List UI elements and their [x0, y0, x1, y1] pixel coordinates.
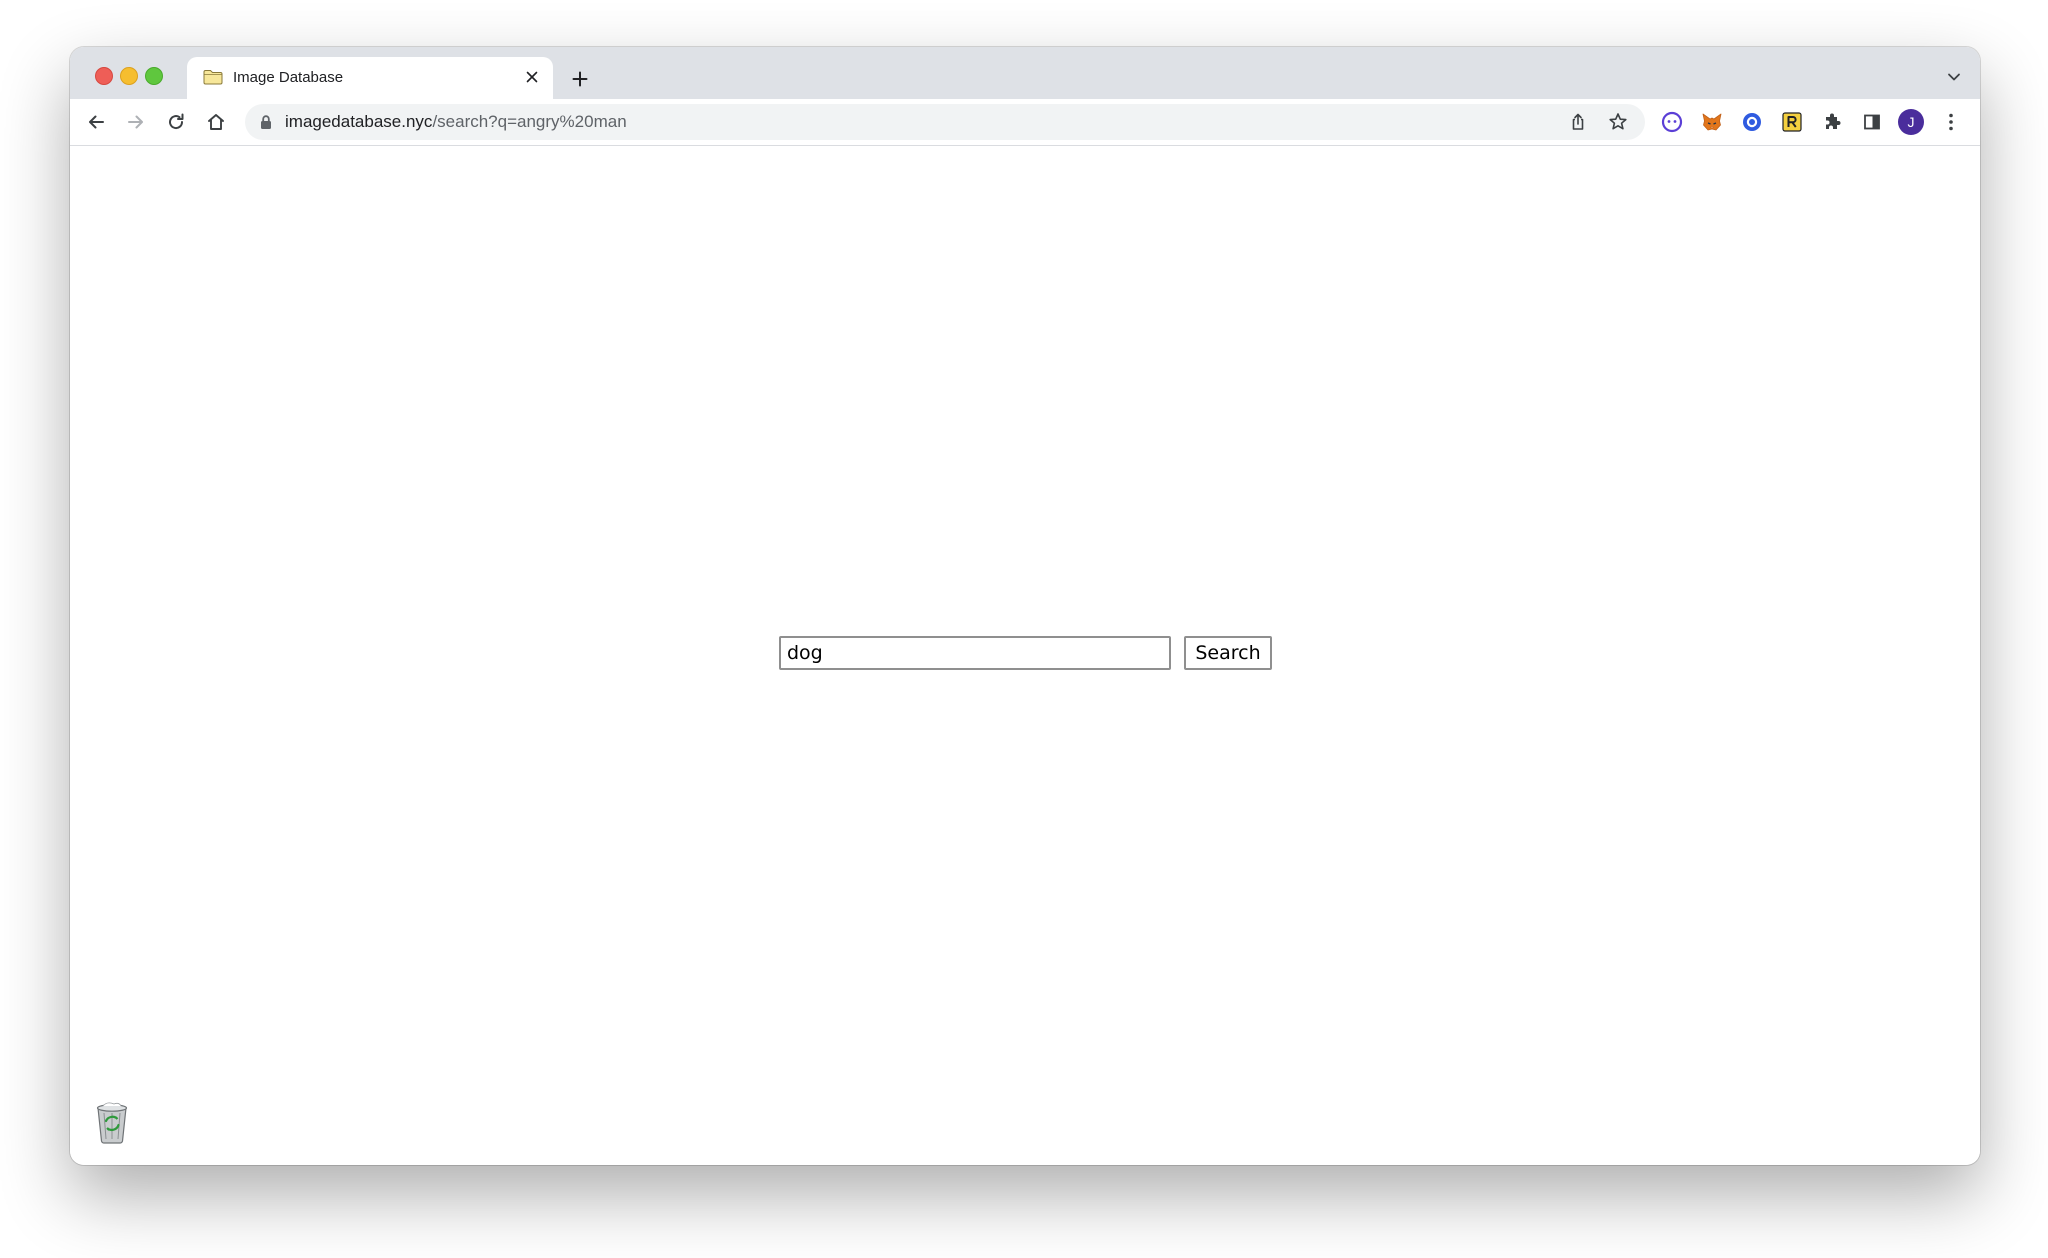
close-icon	[526, 71, 538, 83]
side-panel-icon	[1864, 114, 1880, 130]
url-text[interactable]: imagedatabase.nyc/search?q=angry%20man	[285, 112, 627, 132]
new-tab-button[interactable]	[566, 65, 594, 93]
metamask-fox-icon	[1702, 113, 1722, 131]
browser-toolbar: imagedatabase.nyc/search?q=angry%20man	[70, 99, 1980, 146]
reload-button[interactable]	[161, 107, 191, 137]
metamask-extension-button[interactable]	[1699, 109, 1725, 135]
search-input[interactable]	[779, 636, 1171, 670]
close-tab-button[interactable]	[521, 66, 543, 88]
r-extension-icon	[1782, 112, 1802, 132]
star-icon	[1609, 113, 1627, 130]
folder-icon	[203, 70, 223, 85]
minimize-window-button[interactable]	[120, 67, 138, 85]
profile-avatar[interactable]: J	[1898, 109, 1924, 135]
lock-icon[interactable]	[259, 114, 273, 130]
trash-icon[interactable]	[92, 1100, 132, 1144]
page-content: Search	[70, 146, 1980, 1165]
forward-arrow-icon	[128, 115, 143, 129]
target-extension-icon	[1743, 113, 1761, 131]
tab-search-button[interactable]	[1944, 67, 1964, 87]
extensions-button[interactable]	[1819, 109, 1845, 135]
address-bar[interactable]: imagedatabase.nyc/search?q=angry%20man	[245, 104, 1645, 140]
chat-extension-icon	[1661, 111, 1683, 133]
bookmark-button[interactable]	[1605, 109, 1631, 135]
url-host: imagedatabase.nyc	[285, 112, 433, 131]
back-arrow-icon	[89, 115, 104, 129]
profile-initial: J	[1907, 114, 1915, 130]
search-button[interactable]: Search	[1184, 636, 1272, 670]
home-button[interactable]	[201, 107, 231, 137]
kebab-menu-icon	[1949, 113, 1953, 131]
puzzle-icon	[1826, 113, 1841, 129]
tab-title: Image Database	[233, 69, 344, 86]
share-icon	[1572, 113, 1584, 130]
chat-extension-button[interactable]	[1659, 109, 1685, 135]
back-button[interactable]	[81, 107, 111, 137]
tab-strip: Image Database	[70, 47, 1980, 99]
chevron-down-icon	[1948, 73, 1960, 81]
side-panel-button[interactable]	[1859, 109, 1885, 135]
close-window-button[interactable]	[95, 67, 113, 85]
url-path: /search?q=angry%20man	[432, 112, 627, 131]
r-extension-button[interactable]	[1779, 109, 1805, 135]
plus-icon	[572, 71, 588, 87]
share-button[interactable]	[1565, 109, 1591, 135]
tab-image-database[interactable]: Image Database	[187, 57, 553, 99]
forward-button[interactable]	[121, 107, 151, 137]
browser-window: Image Database imagedatabase.nyc/search?…	[70, 47, 1980, 1165]
target-extension-button[interactable]	[1739, 109, 1765, 135]
chrome-menu-button[interactable]	[1938, 109, 1964, 135]
maximize-window-button[interactable]	[145, 67, 163, 85]
reload-icon	[169, 113, 184, 130]
home-icon	[208, 114, 224, 130]
